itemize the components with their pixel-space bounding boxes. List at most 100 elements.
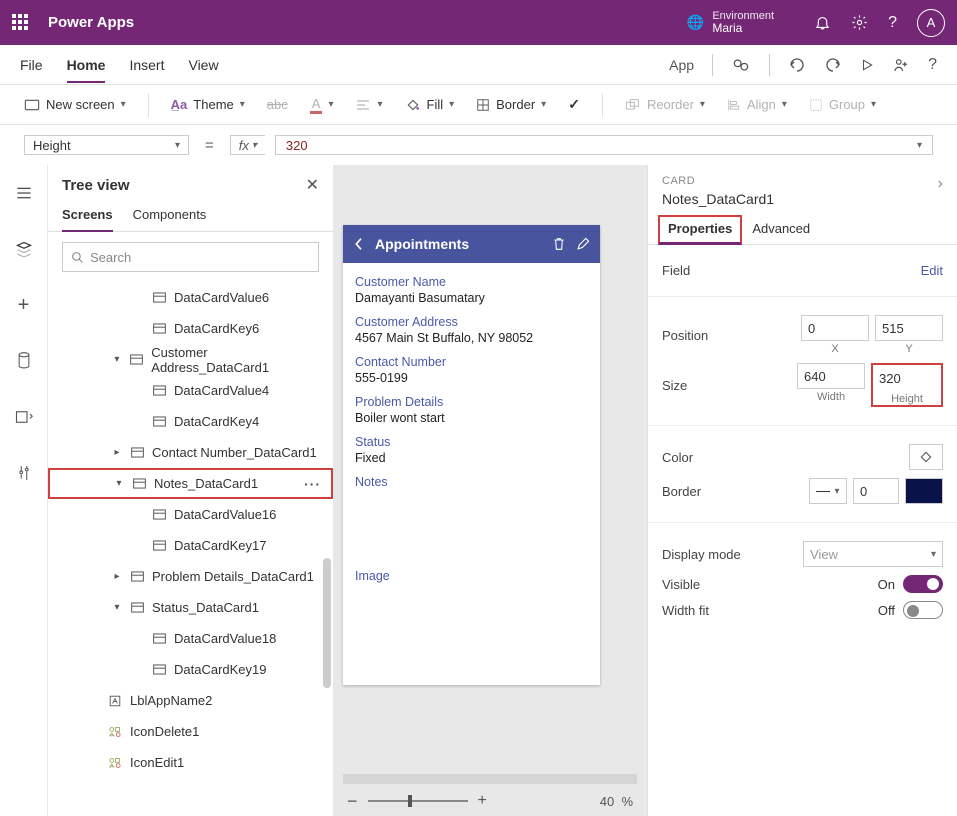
node-more-icon[interactable]: ··· <box>304 476 321 492</box>
rail-media-icon[interactable] <box>8 401 40 433</box>
rail-hamburger-icon[interactable] <box>8 177 40 209</box>
menu-insert[interactable]: Insert <box>129 57 164 73</box>
zoom-out-icon[interactable]: − <box>347 791 358 812</box>
field-label: Image <box>355 569 588 583</box>
border-width-input[interactable]: 0 <box>853 478 899 504</box>
node-icon <box>130 354 144 365</box>
tab-screens[interactable]: Screens <box>62 201 113 232</box>
node-label: IconDelete1 <box>130 724 199 739</box>
tree-node[interactable]: ▾Notes_DataCard1··· <box>48 468 333 499</box>
help2-icon[interactable]: ? <box>928 56 937 74</box>
tree-node[interactable]: DataCardKey4 <box>48 406 333 437</box>
theme-button[interactable]: A̲a Theme▾ <box>167 95 249 114</box>
menu-home[interactable]: Home <box>67 57 106 83</box>
tree-node[interactable]: ▸Problem Details_DataCard1 <box>48 561 333 592</box>
property-select[interactable]: Height▾ <box>24 135 189 155</box>
border-button[interactable]: Border▾ <box>472 95 550 114</box>
widthfit-toggle[interactable] <box>903 601 943 619</box>
device-preview[interactable]: Appointments Customer NameDamayanti Basu… <box>343 225 600 685</box>
tab-components[interactable]: Components <box>133 201 207 231</box>
rail-tools-icon[interactable] <box>8 457 40 489</box>
zoom-slider[interactable] <box>368 800 468 802</box>
node-label: IconEdit1 <box>130 755 184 770</box>
tree-node[interactable]: DataCardValue4 <box>48 375 333 406</box>
tree-node[interactable]: ▾Status_DataCard1 <box>48 592 333 623</box>
tree-node[interactable]: DataCardValue16 <box>48 499 333 530</box>
menu-view[interactable]: View <box>188 57 218 73</box>
help-icon[interactable]: ? <box>888 14 897 32</box>
tab-properties[interactable]: Properties <box>658 215 742 245</box>
border-color-button[interactable] <box>905 478 943 504</box>
back-icon[interactable] <box>353 236 365 252</box>
formula-input[interactable]: 320▾ <box>275 135 933 155</box>
node-icon <box>130 571 144 582</box>
play-icon[interactable] <box>860 57 874 73</box>
size-label: Size <box>662 378 797 393</box>
display-mode-select[interactable]: View▾ <box>803 541 943 567</box>
waffle-icon[interactable] <box>12 14 30 32</box>
node-icon <box>152 292 166 303</box>
gear-icon[interactable] <box>851 14 868 31</box>
redo-icon[interactable] <box>824 57 842 73</box>
app-label[interactable]: App <box>669 57 694 73</box>
zoom-value: 40 <box>600 794 614 809</box>
pos-x-input[interactable]: 0 <box>801 315 869 341</box>
tree-node[interactable]: DataCardValue6 <box>48 282 333 313</box>
border-style-select[interactable]: ▾ <box>809 478 847 504</box>
menu-file[interactable]: File <box>20 57 43 73</box>
rail-insert-icon[interactable]: + <box>8 289 40 321</box>
fill-icon <box>405 97 421 113</box>
props-expand-icon[interactable]: › <box>938 175 943 193</box>
node-icon <box>130 447 144 458</box>
tree-node[interactable]: ▸Contact Number_DataCard1 <box>48 437 333 468</box>
new-screen-button[interactable]: New screen▾ <box>20 95 130 114</box>
node-icon <box>152 323 166 334</box>
color-label: Color <box>662 450 909 465</box>
pos-y-input[interactable]: 515 <box>875 315 943 341</box>
tree-node[interactable]: DataCardValue18 <box>48 623 333 654</box>
tree-node[interactable]: DataCardKey6 <box>48 313 333 344</box>
avatar[interactable]: A <box>917 9 945 37</box>
search-placeholder: Search <box>90 250 131 265</box>
bell-icon[interactable] <box>814 14 831 31</box>
visible-toggle[interactable] <box>903 575 943 593</box>
width-input[interactable]: 640 <box>797 363 865 389</box>
position-label: Position <box>662 328 801 343</box>
undo-icon[interactable] <box>788 57 806 73</box>
edit-icon[interactable] <box>576 237 590 251</box>
rail-tree-icon[interactable] <box>8 233 40 265</box>
node-icon <box>108 726 122 738</box>
fx-button[interactable]: fx▾ <box>230 135 265 155</box>
tree-scroll[interactable]: DataCardValue6DataCardKey6▾Customer Addr… <box>48 278 333 816</box>
zoom-in-icon[interactable]: + <box>478 792 487 810</box>
tree-search-input[interactable]: Search <box>62 242 319 272</box>
fill-button[interactable]: Fill▾ <box>401 95 459 115</box>
node-label: DataCardKey19 <box>174 662 267 677</box>
form-field: Notes <box>355 475 588 489</box>
node-icon <box>152 633 166 644</box>
close-tree-icon[interactable]: ✕ <box>306 175 319 195</box>
field-value: 4567 Main St Buffalo, NY 98052 <box>355 331 588 345</box>
share-icon[interactable] <box>892 56 910 74</box>
height-input[interactable]: 320 <box>873 365 941 391</box>
tree-node[interactable]: DataCardKey17 <box>48 530 333 561</box>
form-field: Contact Number555-0199 <box>355 355 588 385</box>
checker-icon[interactable] <box>731 56 751 74</box>
equals-label: = <box>199 135 220 155</box>
canvas-hscroll[interactable] <box>333 772 647 786</box>
edit-field-link[interactable]: Edit <box>921 263 943 278</box>
tree-node[interactable]: IconDelete1 <box>48 716 333 747</box>
field-value: Damayanti Basumatary <box>355 291 588 305</box>
expand-toolbar-button[interactable]: ✓ <box>564 94 584 115</box>
tab-advanced[interactable]: Advanced <box>742 215 820 244</box>
environment-picker[interactable]: 🌐 Environment Maria <box>687 10 774 35</box>
rail-data-icon[interactable] <box>8 345 40 377</box>
tree-node[interactable]: DataCardKey19 <box>48 654 333 685</box>
tree-node[interactable]: IconEdit1 <box>48 747 333 778</box>
trash-icon[interactable] <box>552 236 566 252</box>
tree-node[interactable]: ▾Customer Address_DataCard1 <box>48 344 333 375</box>
tree-node[interactable]: LblAppName2 <box>48 685 333 716</box>
font-color-button: A▾ <box>306 94 338 116</box>
color-button[interactable] <box>909 444 943 470</box>
node-icon <box>152 385 166 396</box>
